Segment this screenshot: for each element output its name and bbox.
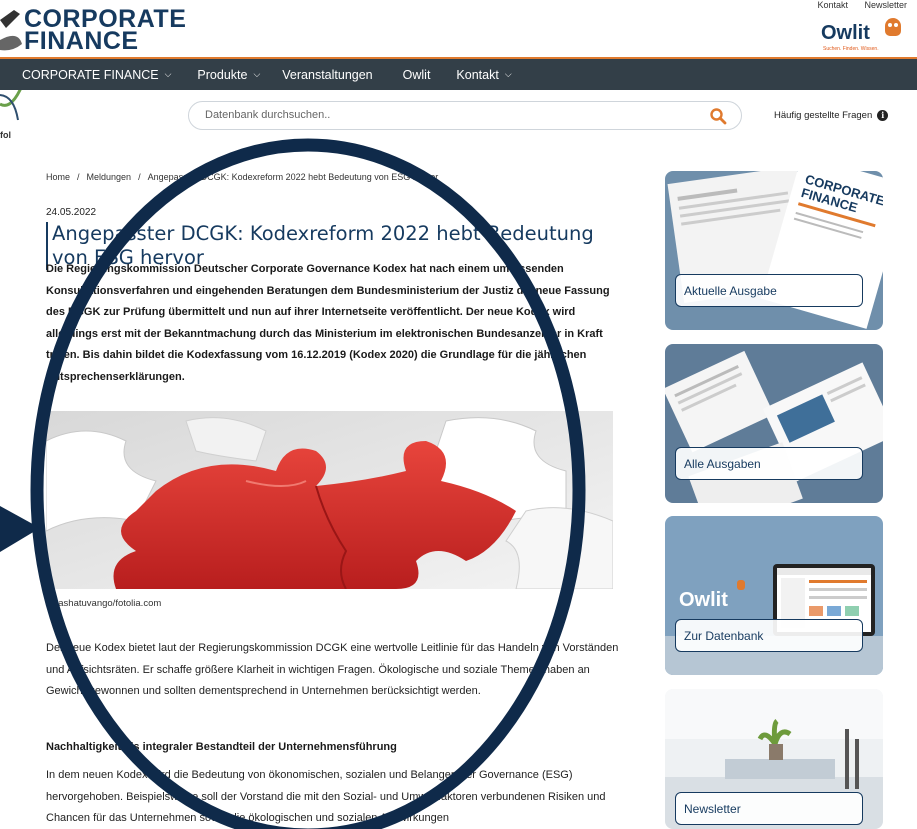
faq-link[interactable]: Häufig gestellte Fragen i [774,110,889,121]
breadcrumb-current: Angepasster DCGK: Kodexreform 2022 hebt … [147,172,439,182]
edge-text-fragment: fol [0,130,11,140]
nav-label: Owlit [402,67,431,82]
article-image [46,411,613,589]
main-nav: CORPORATE FINANCE ⌵ Produkte ⌵ Veranstaltu… [0,59,917,90]
sidebar-card-alle-ausgaben[interactable]: Alle Ausgaben [665,344,883,503]
owlit-tagline: Suchen. Finden. Wissen. [823,46,879,52]
nav-item-veranstaltungen[interactable]: Veranstaltungen [282,59,372,90]
sidebar-card-newsletter[interactable]: Newsletter [665,689,883,829]
nav-label: Veranstaltungen [282,67,373,82]
card-label: Newsletter [675,792,863,825]
chevron-down-icon: ⌵ [253,69,261,79]
nav-item-corporate-finance[interactable]: CORPORATE FINANCE ⌵ [22,59,171,90]
article-paragraph-1: Der neue Kodex bietet laut der Regierung… [46,642,619,698]
nav-label: CORPORATE FINANCE [22,67,159,82]
photo-credit: © tashatuvango/fotolia.com [46,598,162,609]
owlit-wordmark: Owlit [821,22,870,44]
top-links: Kontakt Newsletter [803,0,907,10]
logo-line-2: FINANCE [24,27,139,55]
chevron-down-icon: ⌵ [504,69,512,79]
card-label: Alle Ausgaben [675,447,863,480]
top-link-newsletter[interactable]: Newsletter [864,0,907,10]
article-subheading: Nachhaltigkeit als integraler Bestandtei… [46,741,397,753]
breadcrumb-home[interactable]: Home [46,172,70,182]
search-input[interactable]: Datenbank durchsuchen.. [188,101,742,130]
top-link-kontakt[interactable]: Kontakt [817,0,848,10]
nav-label: Produkte [197,67,248,82]
puzzle-image [46,411,613,589]
owl-icon [885,18,901,36]
site-logo[interactable]: CORPORATE FINANCE [24,7,186,55]
chevron-down-icon: ⌵ [164,69,172,79]
arrow-pointer [0,506,40,552]
faq-label: Häufig gestellte Fragen [774,110,873,121]
card-label: Zur Datenbank [675,619,863,652]
card-label: Aktuelle Ausgabe [675,274,863,307]
nav-item-kontakt[interactable]: Kontakt ⌵ [456,59,511,90]
article-paragraph-2: In dem neuen Kodex wird die Bedeutung vo… [46,769,606,825]
owlit-brand-text: Owlit [679,589,728,611]
search-placeholder: Datenbank durchsuchen.. [205,109,331,121]
nav-item-owlit[interactable]: Owlit [403,59,431,90]
sidebar-card-aktuelle-ausgabe[interactable]: CORPORATE FINANCE Aktuelle Ausgabe [665,171,883,330]
owlit-logo[interactable]: Owlit Suchen. Finden. Wissen. [821,18,901,56]
breadcrumb: Home / Meldungen / Angepasster DCGK: Kodexre… [46,172,439,182]
info-icon: i [877,110,889,121]
nav-label: Kontakt [456,67,499,82]
sidebar-card-zur-datenbank[interactable]: Owlit Zur Datenbank [665,516,883,675]
article-date: 24.05.2022 [46,207,97,218]
nav-item-produkte[interactable]: Produkte ⌵ [197,59,260,90]
search-icon[interactable] [709,107,727,125]
article-lead: Die Regierungskommission Deutscher Corpo… [46,263,610,383]
breadcrumb-section[interactable]: Meldungen [87,172,132,182]
